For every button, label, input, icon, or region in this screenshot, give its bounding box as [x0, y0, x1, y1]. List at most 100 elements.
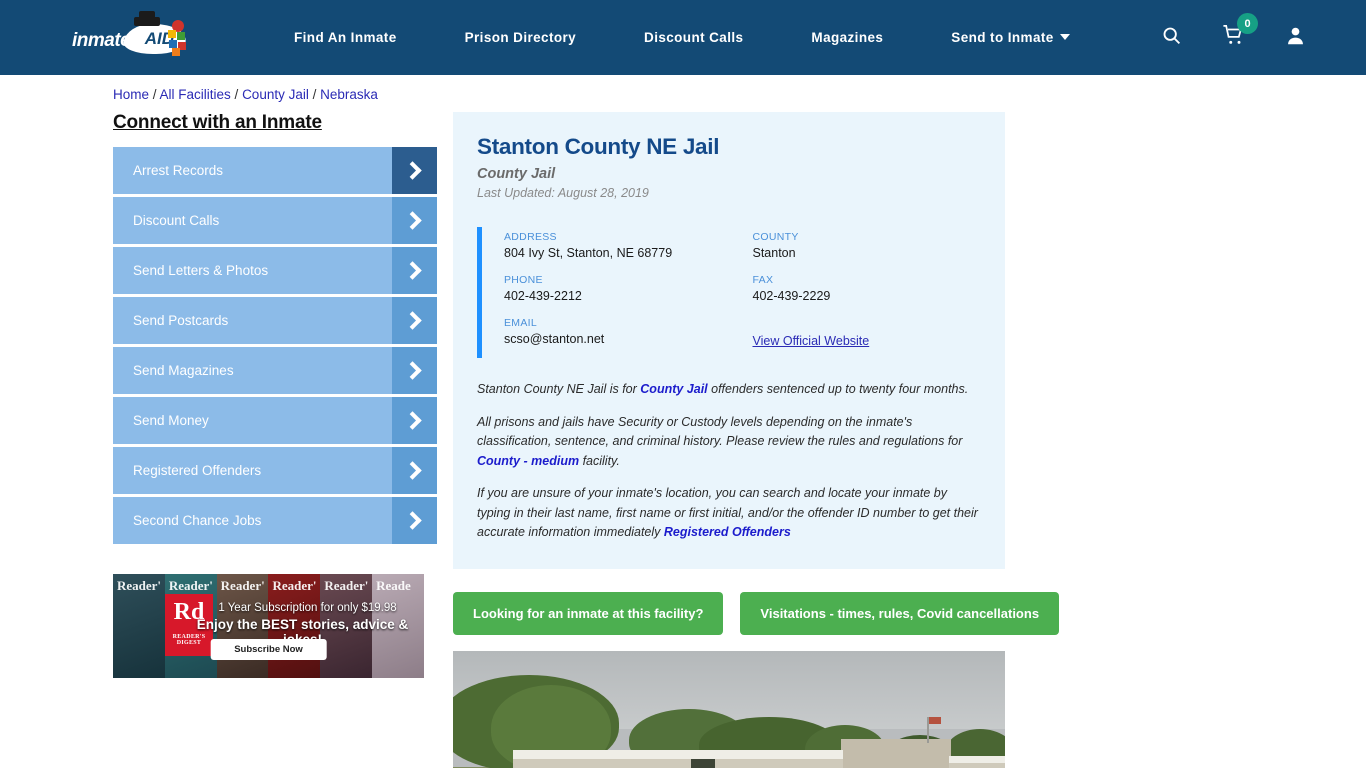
view-official-website-link[interactable]: View Official Website — [753, 334, 870, 348]
inline-link-county-medium[interactable]: County - medium — [477, 454, 579, 468]
chevron-right-icon — [392, 197, 437, 244]
photo-building-canopy-right — [949, 755, 1005, 763]
page-title: Stanton County NE Jail — [477, 134, 720, 159]
main-navigation: Find An Inmate Prison Directory Discount… — [260, 30, 1143, 45]
cart-count-badge: 0 — [1237, 13, 1258, 34]
sidebar-item-send-magazines[interactable]: Send Magazines — [113, 347, 437, 394]
ad-headline: 1 Year Subscription for only $19.98 — [218, 602, 397, 614]
logo-text-inmate: inmate — [72, 29, 131, 51]
main-content: Stanton County NE Jail County Jail Last … — [453, 112, 1060, 768]
field-address: ADDRESS 804 Ivy St, Stanton, NE 68779 — [504, 231, 743, 260]
visitations-button[interactable]: Visitations - times, rules, Covid cancel… — [740, 591, 1060, 635]
nav-item-magazines[interactable]: Magazines — [777, 30, 917, 45]
field-label: ADDRESS — [504, 231, 557, 243]
page-body: Home / All Facilities / County Jail / Ne… — [0, 75, 1366, 768]
field-label: PHONE — [504, 274, 543, 286]
field-value: 402-439-2212 — [504, 289, 582, 303]
photo-building-block — [841, 738, 951, 768]
facility-paragraph-3: If you are unsure of your inmate's locat… — [477, 484, 981, 543]
photo-flagpole — [927, 716, 941, 743]
field-fax: FAX 402-439-2229 — [753, 274, 982, 303]
ad-cover-title: Reader's — [220, 579, 265, 592]
photo-building-canopy — [513, 749, 843, 759]
sidebar-item-arrest-records[interactable]: Arrest Records — [113, 147, 437, 194]
chevron-right-icon — [392, 447, 437, 494]
inline-link-county-jail[interactable]: County Jail — [640, 382, 707, 396]
sidebar-item-label: Registered Offenders — [133, 463, 262, 478]
breadcrumb-item-all-facilities[interactable]: All Facilities — [160, 87, 231, 102]
breadcrumb-separator: / — [308, 87, 321, 102]
ad-cover-title: Reader's — [117, 579, 161, 592]
ad-cover-title: Reader's — [324, 579, 369, 592]
field-website: View Official Website — [753, 317, 982, 350]
breadcrumb-item-county-jail[interactable]: County Jail — [242, 87, 309, 102]
chevron-right-icon — [392, 497, 437, 544]
sidebar-item-send-postcards[interactable]: Send Postcards — [113, 297, 437, 344]
nav-item-find-an-inmate[interactable]: Find An Inmate — [260, 30, 431, 45]
chevron-right-icon — [392, 147, 437, 194]
user-icon[interactable] — [1285, 25, 1306, 51]
sidebar-item-send-letters-photos[interactable]: Send Letters & Photos — [113, 247, 437, 294]
paragraph-text: All prisons and jails have Security or C… — [477, 414, 963, 449]
facility-paragraph-2: All prisons and jails have Security or C… — [477, 413, 981, 472]
paragraph-text: facility. — [579, 453, 620, 468]
field-email: EMAIL scso@stanton.net — [504, 317, 743, 346]
nav-label: Send to Inmate — [951, 30, 1054, 45]
sidebar-item-label: Send Magazines — [133, 363, 234, 378]
nav-item-prison-directory[interactable]: Prison Directory — [431, 30, 610, 45]
sidebar-item-label: Second Chance Jobs — [133, 513, 262, 528]
field-label: FAX — [752, 274, 774, 286]
cta-button-row: Looking for an inmate at this facility? … — [453, 591, 1060, 635]
photo-entrance — [691, 758, 715, 768]
nav-label: Prison Directory — [464, 30, 577, 45]
content-area: Connect with an Inmate Arrest Records Di… — [0, 112, 1366, 768]
sidebar-item-label: Discount Calls — [133, 213, 220, 228]
sidebar-item-registered-offenders[interactable]: Registered Offenders — [113, 447, 437, 494]
contact-column-right: COUNTY Stanton FAX 402-439-2229 View Off… — [743, 231, 982, 350]
chevron-right-icon — [392, 347, 437, 394]
ad-cover-title: Reade — [376, 579, 411, 592]
sidebar-item-label: Send Money — [133, 413, 209, 428]
nav-item-discount-calls[interactable]: Discount Calls — [610, 30, 777, 45]
ad-cover-1: Reader's — [113, 574, 165, 678]
advertisement-banner[interactable]: Reader's Reader's Reader's Reader's Read… — [113, 574, 424, 678]
nav-label: Discount Calls — [644, 30, 744, 45]
last-updated-text: Last Updated: August 28, 2019 — [477, 186, 649, 200]
breadcrumb-separator: / — [149, 87, 160, 102]
site-header: inmate AID Find An Inmate Prison Directo… — [0, 0, 1366, 75]
sidebar-item-discount-calls[interactable]: Discount Calls — [113, 197, 437, 244]
breadcrumb-item-home[interactable]: Home — [113, 87, 149, 102]
cart-icon[interactable]: 0 — [1222, 13, 1258, 51]
breadcrumb-separator: / — [230, 87, 243, 102]
search-icon[interactable] — [1161, 25, 1182, 51]
field-value: 402-439-2229 — [752, 289, 831, 303]
sidebar-item-send-money[interactable]: Send Money — [113, 397, 437, 444]
chevron-right-icon — [392, 397, 437, 444]
field-label: COUNTY — [752, 231, 799, 243]
facility-type: County Jail — [477, 166, 556, 182]
field-value: scso@stanton.net — [504, 332, 605, 346]
ad-subscribe-button[interactable]: Subscribe Now — [210, 639, 327, 660]
paragraph-text: Stanton County NE Jail is for — [477, 382, 641, 396]
sidebar-item-second-chance-jobs[interactable]: Second Chance Jobs — [113, 497, 437, 544]
chevron-down-icon — [1059, 34, 1070, 40]
field-phone: PHONE 402-439-2212 — [504, 274, 743, 303]
chevron-right-icon — [392, 297, 437, 344]
inline-link-registered-offenders[interactable]: Registered Offenders — [664, 525, 791, 539]
sidebar-item-label: Send Postcards — [133, 313, 229, 328]
field-county: COUNTY Stanton — [753, 231, 982, 260]
breadcrumb: Home / All Facilities / County Jail / Ne… — [0, 75, 1366, 112]
ad-cover-title: Reader's — [168, 579, 213, 592]
header-icon-group: 0 — [1161, 13, 1306, 51]
sidebar-item-label: Arrest Records — [133, 163, 224, 178]
field-label: EMAIL — [504, 317, 538, 329]
nav-item-send-to-inmate[interactable]: Send to Inmate — [917, 30, 1103, 45]
sidebar-item-label: Send Letters & Photos — [133, 263, 269, 278]
breadcrumb-item-nebraska[interactable]: Nebraska — [320, 87, 378, 102]
looking-for-inmate-button[interactable]: Looking for an inmate at this facility? — [453, 591, 724, 635]
ad-cover-title: Reader's — [272, 579, 317, 592]
field-label-spacer — [753, 317, 982, 329]
paragraph-text: offenders sentenced up to twenty four mo… — [707, 382, 969, 396]
facility-paragraph-1: Stanton County NE Jail is for County Jai… — [477, 380, 981, 400]
site-logo[interactable]: inmate AID — [70, 10, 190, 60]
